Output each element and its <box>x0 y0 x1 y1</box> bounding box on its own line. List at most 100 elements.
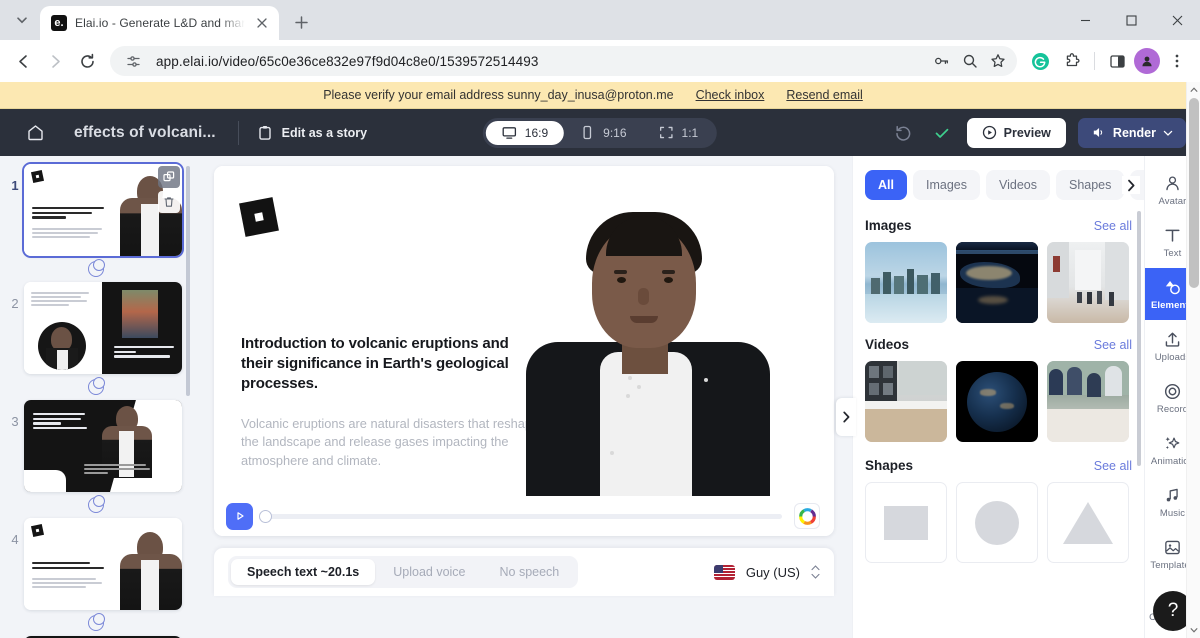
transition-icon[interactable] <box>88 377 105 395</box>
asset-shape-circle[interactable] <box>956 482 1038 563</box>
scroll-up-icon[interactable] <box>1187 82 1200 98</box>
timeline-scrubber[interactable] <box>259 509 782 523</box>
ratio-9-16[interactable]: 9:16 <box>564 121 642 145</box>
see-all-shapes-link[interactable]: See all <box>1094 459 1132 473</box>
slide-transition[interactable] <box>0 374 192 400</box>
speaker-icon <box>1093 128 1103 137</box>
split-view-icon[interactable] <box>1102 46 1132 76</box>
slide-transition[interactable] <box>0 492 192 518</box>
asset-video-snowy-street[interactable] <box>865 361 947 442</box>
home-icon[interactable] <box>22 120 48 146</box>
transition-icon[interactable] <box>88 495 105 513</box>
duplicate-icon[interactable] <box>158 166 180 188</box>
transition-icon[interactable] <box>88 613 105 631</box>
tab-no-speech[interactable]: No speech <box>484 559 576 585</box>
asset-video-earth-from-space[interactable] <box>956 361 1038 442</box>
tabs-next-icon[interactable] <box>1122 176 1140 194</box>
page-viewport: Please verify your email address sunny_d… <box>0 82 1200 638</box>
slide-item[interactable]: 3 <box>0 400 192 492</box>
avatar-presenter[interactable] <box>514 166 782 496</box>
color-wheel-icon[interactable] <box>794 503 820 529</box>
render-button[interactable]: Render <box>1077 117 1186 148</box>
back-arrow-icon[interactable] <box>8 46 38 76</box>
page-title[interactable]: effects of volcani... <box>74 124 216 142</box>
tab-shapes[interactable]: Shapes <box>1055 170 1125 200</box>
asset-video-people-at-table[interactable] <box>1047 361 1129 442</box>
slide-thumbnail[interactable] <box>24 400 182 492</box>
assets-scrollbar[interactable] <box>1137 211 1141 466</box>
minimize-button[interactable] <box>1062 0 1108 40</box>
maximize-button[interactable] <box>1108 0 1154 40</box>
slide-item[interactable]: 4 <box>0 518 192 610</box>
tab-all[interactable]: All <box>865 170 907 200</box>
app-body: 1 2 3 4 Introduction to volcanic eruptio… <box>0 156 1200 638</box>
asset-image-coastline-from-space[interactable] <box>956 242 1038 323</box>
upload-icon <box>1165 332 1180 347</box>
tab-videos[interactable]: Videos <box>985 170 1050 200</box>
transition-icon[interactable] <box>88 259 105 277</box>
see-all-videos-link[interactable]: See all <box>1094 338 1132 352</box>
edit-as-story-button[interactable]: Edit as a story <box>257 125 367 141</box>
site-settings-icon[interactable] <box>120 48 146 74</box>
tab-close-icon[interactable] <box>253 14 271 32</box>
tab-speech-text[interactable]: Speech text ~20.1s <box>231 559 376 585</box>
asset-image-city-skyline[interactable] <box>865 242 947 323</box>
scroll-down-icon[interactable] <box>1187 622 1200 638</box>
profile-avatar[interactable] <box>1134 48 1160 74</box>
slides-sidebar[interactable]: 1 2 3 4 <box>0 156 192 638</box>
tab-upload-voice[interactable]: Upload voice <box>377 559 481 585</box>
bookmark-star-icon[interactable] <box>985 48 1011 74</box>
slides-scrollbar[interactable] <box>186 166 190 396</box>
play-button[interactable] <box>226 502 253 530</box>
us-flag-icon <box>713 564 735 580</box>
canvas-subtitle[interactable]: Volcanic eruptions are natural disasters… <box>241 415 541 470</box>
section-title: Shapes <box>865 458 914 473</box>
forward-arrow-icon[interactable] <box>40 46 70 76</box>
asset-shape-triangle[interactable] <box>1047 482 1129 563</box>
editor-area: Introduction to volcanic eruptions and t… <box>192 156 856 638</box>
close-window-button[interactable] <box>1154 0 1200 40</box>
slide-canvas[interactable]: Introduction to volcanic eruptions and t… <box>214 166 834 496</box>
trash-icon[interactable] <box>158 191 180 213</box>
page-scrollbar-thumb[interactable] <box>1189 98 1199 288</box>
password-key-icon[interactable] <box>929 48 955 74</box>
slide-item[interactable]: 1 <box>0 162 192 258</box>
canvas-logo[interactable] <box>239 197 279 237</box>
tab-images[interactable]: Images <box>912 170 980 200</box>
music-note-icon <box>1166 488 1178 501</box>
asset-shape-square[interactable] <box>865 482 947 563</box>
asset-image-museum-hall[interactable] <box>1047 242 1129 323</box>
grammarly-extension-icon[interactable] <box>1025 46 1055 76</box>
clipboard-icon <box>258 125 271 140</box>
new-tab-button[interactable] <box>287 8 315 36</box>
voice-selector[interactable]: Guy (US) <box>713 564 820 580</box>
assets-panel: All Images Videos Shapes Stickers Images <box>852 156 1144 638</box>
search-icon[interactable] <box>957 48 983 74</box>
see-all-images-link[interactable]: See all <box>1094 219 1132 233</box>
slide-thumbnail[interactable] <box>24 282 182 374</box>
tab-search-button[interactable] <box>8 6 36 34</box>
preview-button[interactable]: Preview <box>966 117 1066 148</box>
voice-stepper[interactable] <box>811 565 820 579</box>
canvas-title[interactable]: Introduction to volcanic eruptions and t… <box>241 334 541 393</box>
browser-tab[interactable]: e. Elai.io - Generate L&D and mar <box>40 6 280 40</box>
slide-transition[interactable] <box>0 256 192 282</box>
resend-email-link[interactable]: Resend email <box>786 88 862 102</box>
chrome-menu-icon[interactable] <box>1162 46 1192 76</box>
panel-toggle-button[interactable] <box>836 398 856 436</box>
slide-item[interactable]: 2 <box>0 282 192 374</box>
slide-transition[interactable] <box>0 610 192 636</box>
ratio-9-16-label: 9:16 <box>603 125 627 140</box>
slide-thumbnail[interactable] <box>22 162 184 258</box>
slide-thumbnail[interactable] <box>24 518 182 610</box>
ratio-1-1[interactable]: 1:1 <box>643 121 715 145</box>
scrubber-handle[interactable] <box>259 509 272 523</box>
rail-label: Text <box>1163 247 1182 259</box>
page-scrollbar[interactable] <box>1186 82 1200 638</box>
undo-icon[interactable] <box>891 120 917 146</box>
ratio-16-9[interactable]: 16:9 <box>485 120 565 145</box>
address-bar[interactable]: app.elai.io/video/65c0e36ce832e97f9d04c8… <box>110 46 1017 76</box>
reload-icon[interactable] <box>72 46 102 76</box>
extensions-icon[interactable] <box>1057 46 1087 76</box>
check-inbox-link[interactable]: Check inbox <box>696 88 765 102</box>
